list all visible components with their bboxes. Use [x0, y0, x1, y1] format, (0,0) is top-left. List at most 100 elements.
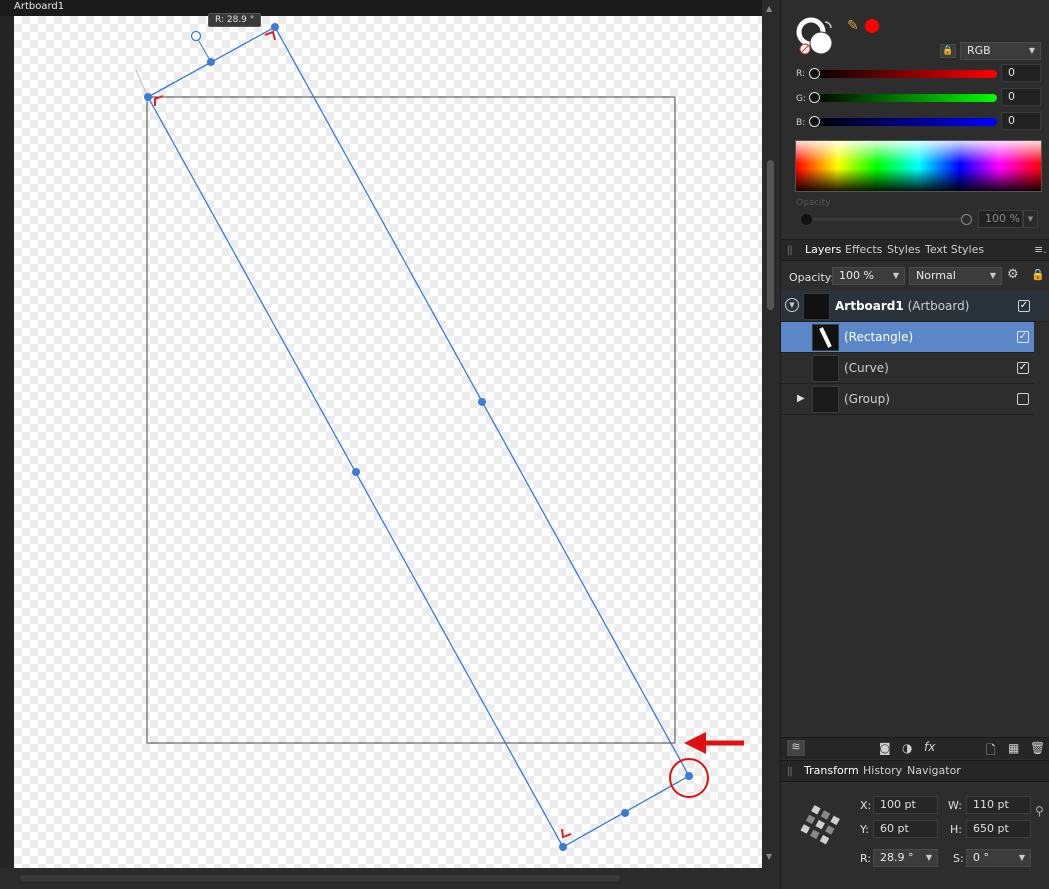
opacity-input[interactable]: 100 % — [978, 210, 1023, 228]
tab-text-styles[interactable]: Text Styles — [925, 243, 984, 256]
blue-channel-input[interactable]: 0 — [1001, 112, 1041, 130]
tab-styles[interactable]: Styles — [887, 243, 920, 256]
chevron-down-icon: ▼ — [1018, 853, 1025, 862]
mask-icon[interactable]: ◙ — [879, 741, 891, 755]
color-mode-select[interactable]: RGB ▼ — [960, 42, 1041, 60]
layer-visibility-checkbox[interactable]: ✓ — [1017, 362, 1029, 374]
layer-opacity-label: Opacity: — [789, 271, 835, 284]
x-input[interactable]: 100 pt — [873, 796, 938, 814]
tab-layers[interactable]: Layers — [801, 239, 845, 261]
scroll-up-icon[interactable]: ▲ — [766, 4, 772, 13]
fx-icon[interactable]: fx — [924, 740, 935, 754]
anchor-point-grid-icon[interactable] — [797, 801, 843, 847]
layer-row-curve[interactable]: (Curve) ✓ — [781, 353, 1034, 384]
handle-top-right[interactable] — [271, 23, 279, 31]
eyedropper-icon[interactable]: ✎ — [847, 18, 859, 34]
w-label: W: — [948, 799, 962, 812]
layer-visibility-checkbox[interactable]: ✓ — [1017, 331, 1029, 343]
h-input[interactable]: 650 pt — [966, 820, 1031, 838]
rectangle-thumbnail-icon — [819, 327, 832, 348]
green-channel-input[interactable]: 0 — [1001, 88, 1041, 106]
new-layer-icon[interactable]: 🗋 — [986, 741, 996, 762]
layer-visibility-checkbox[interactable]: ✓ — [1018, 300, 1030, 312]
layer-visibility-checkbox[interactable] — [1017, 393, 1029, 405]
green-channel-slider[interactable] — [811, 94, 997, 102]
vertical-scrollbar[interactable]: ▲ ▼ — [762, 0, 780, 868]
w-input[interactable]: 110 pt — [966, 796, 1031, 814]
tab-effects[interactable]: Effects — [845, 243, 882, 256]
scroll-thumb[interactable] — [20, 875, 620, 881]
link-icon[interactable]: ⚲ — [1035, 805, 1044, 817]
expand-icon[interactable]: ▶ — [797, 393, 805, 404]
scroll-down-icon[interactable]: ▼ — [766, 852, 772, 861]
layers-toolbar: ≋ ◙ ◑ fx 🗋 ▦ 🗑 — [781, 737, 1049, 759]
trash-icon[interactable]: 🗑 — [1030, 741, 1045, 755]
opacity-slider-start — [800, 213, 813, 226]
green-slider-knob[interactable] — [809, 92, 820, 103]
panel-grip-icon[interactable]: || — [787, 766, 793, 777]
handle-top-left[interactable] — [144, 93, 152, 101]
handle-bottom-right[interactable] — [685, 772, 693, 780]
red-channel-label: R: — [796, 69, 806, 79]
y-label: Y: — [860, 823, 869, 836]
chevron-down-icon: ▼ — [892, 271, 899, 280]
layers-tabbar: || Layers Effects Styles Text Styles ≡. — [781, 239, 1049, 261]
red-channel-slider[interactable] — [811, 70, 997, 78]
rotation-input[interactable]: 28.9 ° ▼ — [873, 849, 938, 867]
layer-row-artboard[interactable]: ▼ Artboard1 (Artboard) ✓ — [781, 291, 1049, 322]
blend-mode-value: Normal — [916, 269, 956, 282]
tab-transform[interactable]: Transform — [801, 760, 862, 782]
blue-slider-knob[interactable] — [809, 116, 820, 127]
layer-opacity-select[interactable]: 100 % ▼ — [832, 267, 905, 285]
layer-thumbnail — [803, 293, 830, 320]
artboard-outline — [146, 96, 676, 744]
shear-input[interactable]: 0 ° ▼ — [966, 849, 1031, 867]
chevron-down-icon: ▼ — [1028, 46, 1035, 55]
handle-bottom-left[interactable] — [559, 843, 567, 851]
handle-left-mid[interactable] — [352, 468, 360, 476]
selected-rectangle[interactable] — [147, 26, 690, 848]
lock-icon[interactable]: 🔒 — [1031, 268, 1045, 281]
pixel-layer-icon[interactable]: ▦ — [1008, 741, 1019, 755]
chevron-down-icon: ▼ — [989, 271, 996, 280]
panel-grip-icon[interactable]: || — [787, 245, 793, 256]
layer-name: (Curve) — [844, 361, 889, 375]
layer-thumbnail — [812, 324, 839, 351]
tab-navigator[interactable]: Navigator — [907, 764, 961, 777]
guide-line — [135, 69, 149, 98]
collapse-icon[interactable]: ▼ — [785, 298, 799, 312]
horizontal-scrollbar[interactable] — [0, 868, 780, 889]
panel-menu-icon[interactable]: ≡. — [1034, 243, 1047, 256]
handle-bottom-mid[interactable] — [621, 809, 629, 817]
layer-label: Artboard1 — [835, 299, 904, 313]
layer-row-group[interactable]: ▶ (Group) — [781, 384, 1034, 415]
rotation-tooltip: R: 28.9 ° — [208, 13, 262, 27]
layer-name: (Group) — [844, 392, 890, 406]
blend-mode-select[interactable]: Normal ▼ — [909, 267, 1002, 285]
handle-top-mid[interactable] — [207, 58, 215, 66]
chevron-down-icon[interactable]: ▼ — [1023, 210, 1038, 228]
fill-stroke-swatch-icon[interactable] — [795, 16, 841, 58]
opacity-slider-knob[interactable] — [961, 214, 972, 225]
tab-history[interactable]: History — [863, 764, 902, 777]
scroll-thumb[interactable] — [767, 160, 774, 310]
adjustment-icon[interactable]: ◑ — [902, 741, 912, 755]
canvas-overlay — [135, 23, 744, 851]
layers-stack-icon[interactable]: ≋ — [787, 740, 805, 756]
gear-icon[interactable]: ⚙ — [1007, 267, 1019, 282]
lock-icon[interactable]: 🔒 — [940, 44, 956, 58]
rotate-handle[interactable] — [190, 30, 202, 42]
blue-channel-slider[interactable] — [811, 118, 997, 126]
current-color-swatch[interactable] — [865, 19, 879, 33]
color-spectrum[interactable] — [795, 140, 1042, 192]
layer-type: (Artboard) — [907, 299, 970, 313]
chevron-down-icon: ▼ — [925, 853, 932, 862]
handle-right-mid[interactable] — [478, 398, 486, 406]
red-channel-input[interactable]: 0 — [1001, 64, 1041, 82]
red-slider-knob[interactable] — [809, 68, 820, 79]
app-window: Artboard1 R: 28.9 ° ▲ ▼ ✎ 🔒 RGB ▼ R: 0 G… — [0, 0, 1049, 889]
layer-row-rectangle[interactable]: (Rectangle) ✓ — [781, 322, 1034, 353]
layer-type: (Rectangle) — [844, 330, 914, 344]
y-input[interactable]: 60 pt — [873, 820, 938, 838]
opacity-slider[interactable] — [807, 218, 967, 221]
